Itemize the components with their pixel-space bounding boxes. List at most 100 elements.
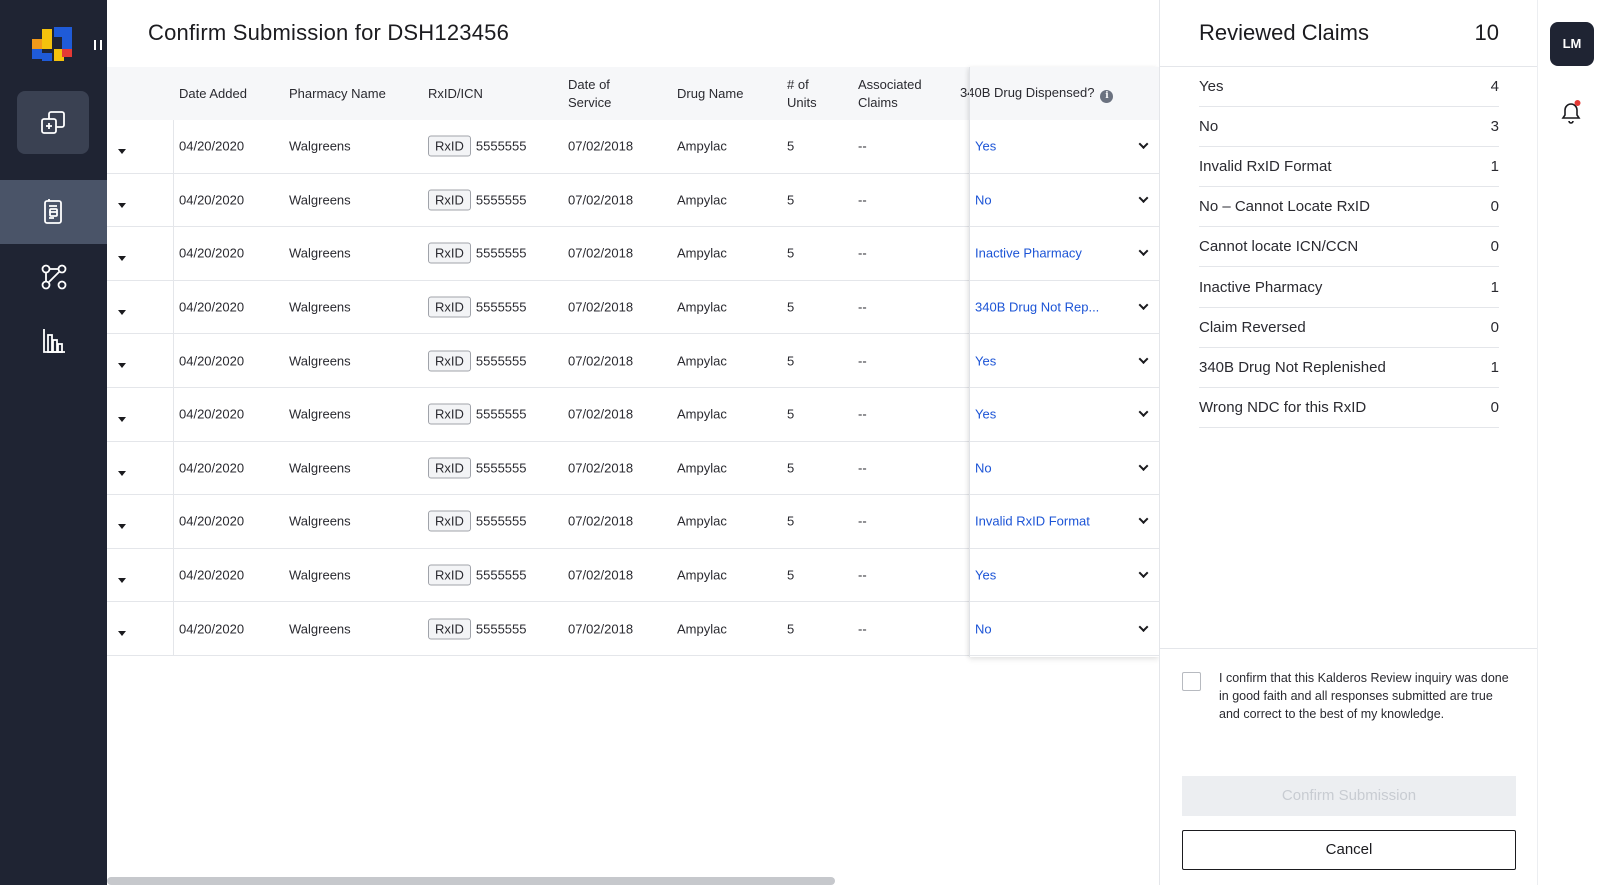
rxid-cell: RxID 5555555 [428, 457, 527, 479]
nav-item-documents[interactable] [0, 180, 107, 244]
confirm-submission-button[interactable]: Confirm Submission [1182, 776, 1516, 816]
summary-row: Inactive Pharmacy 1 [1199, 267, 1499, 308]
chevron-down-icon [1138, 621, 1149, 632]
expand-row-icon[interactable] [118, 256, 126, 262]
horizontal-scrollbar[interactable] [107, 877, 835, 885]
col-associated-claims[interactable]: Associated Claims [858, 76, 922, 112]
rxid-cell: RxID 5555555 [428, 618, 527, 640]
date-of-service-cell: 07/02/2018 [568, 138, 634, 154]
date-added-cell: 04/20/2020 [179, 567, 245, 583]
date-of-service-cell: 07/02/2018 [568, 406, 634, 422]
drug-name-cell: Ampylac [677, 353, 727, 369]
pharmacy-cell: Walgreens [289, 192, 351, 208]
col-units-line2: Units [787, 94, 817, 110]
rx-number: 5555555 [475, 513, 527, 529]
bell-icon[interactable] [1559, 99, 1583, 125]
date-added-cell: 04/20/2020 [179, 621, 245, 637]
summary-list: Yes 4 No 3 Invalid RxID Format 1 No – Cannot L… [1199, 67, 1499, 428]
table-body: 04/20/2020 Walgreens RxID 5555555 07/02/2018… [107, 120, 1159, 656]
col-drug-name[interactable]: Drug Name [677, 85, 743, 103]
expand-row-icon[interactable] [118, 309, 126, 315]
table-row[interactable]: 04/20/2020 Walgreens RxID 5555555 07/02/2018… [107, 602, 1159, 656]
response-value: Invalid RxID Format [975, 513, 1090, 529]
associated-claims-cell: -- [858, 513, 867, 529]
summary-row: No 3 [1199, 107, 1499, 148]
expand-row-icon[interactable] [118, 202, 126, 208]
nav-item-network[interactable] [0, 245, 107, 309]
expand-row-icon[interactable] [118, 470, 126, 476]
response-dropdown[interactable]: 340B Drug Not Rep... [975, 300, 1153, 315]
table-row[interactable]: 04/20/2020 Walgreens RxID 5555555 07/02/2018… [107, 442, 1159, 496]
table-row[interactable]: 04/20/2020 Walgreens RxID 5555555 07/02/2018… [107, 227, 1159, 281]
units-cell: 5 [787, 513, 795, 529]
response-dropdown[interactable]: No [975, 460, 1153, 475]
col-pharmacy[interactable]: Pharmacy Name [289, 85, 386, 103]
date-added-cell: 04/20/2020 [179, 138, 245, 154]
expand-row-icon[interactable] [118, 416, 126, 422]
col-rxid[interactable]: RxID/ICN [428, 85, 483, 103]
drug-name-cell: Ampylac [677, 513, 727, 529]
units-cell: 5 [787, 567, 795, 583]
kalderos-logo[interactable] [32, 27, 76, 65]
date-of-service-cell: 07/02/2018 [568, 460, 634, 476]
rxid-tag: RxID [428, 510, 471, 532]
summary-row: Cannot locate ICN/CCN 0 [1199, 227, 1499, 268]
date-of-service-cell: 07/02/2018 [568, 621, 634, 637]
table-row[interactable]: 04/20/2020 Walgreens RxID 5555555 07/02/2018… [107, 334, 1159, 388]
expand-row-icon[interactable] [118, 577, 126, 583]
response-dropdown[interactable]: No [975, 621, 1153, 636]
col-date-of-service-line1: Date of [568, 76, 610, 92]
table-row[interactable]: 04/20/2020 Walgreens RxID 5555555 07/02/2018… [107, 549, 1159, 603]
response-dropdown[interactable]: Yes [975, 407, 1153, 422]
response-dropdown[interactable]: Invalid RxID Format [975, 514, 1153, 529]
summary-count: 1 [1490, 358, 1499, 376]
cancel-button[interactable]: Cancel [1182, 830, 1516, 870]
response-dropdown[interactable]: Yes [975, 139, 1153, 154]
rxid-cell: RxID 5555555 [428, 189, 527, 211]
table-row[interactable]: 04/20/2020 Walgreens RxID 5555555 07/02/2018… [107, 495, 1159, 549]
units-cell: 5 [787, 353, 795, 369]
chevron-down-icon [1138, 300, 1149, 311]
col-date-of-service-line2: Service [568, 94, 612, 110]
table-row[interactable]: 04/20/2020 Walgreens RxID 5555555 07/02/2018… [107, 120, 1159, 174]
nav-item-reports[interactable] [0, 309, 107, 373]
date-added-cell: 04/20/2020 [179, 192, 245, 208]
avatar[interactable]: LM [1550, 22, 1594, 66]
pharmacy-cell: Walgreens [289, 567, 351, 583]
date-added-cell: 04/20/2020 [179, 245, 245, 261]
response-dropdown[interactable]: Yes [975, 568, 1153, 583]
summary-label: Claim Reversed [1199, 318, 1306, 336]
expand-row-icon[interactable] [118, 631, 126, 637]
rx-number: 5555555 [475, 406, 527, 422]
table-row[interactable]: 04/20/2020 Walgreens RxID 5555555 07/02/2018… [107, 174, 1159, 228]
expand-row-icon[interactable] [118, 363, 126, 369]
col-340b-dispensed[interactable]: 340B Drug Dispensed? i [960, 84, 1114, 103]
response-dropdown[interactable]: Inactive Pharmacy [975, 246, 1153, 261]
date-added-cell: 04/20/2020 [179, 460, 245, 476]
expand-row-icon[interactable] [118, 524, 126, 530]
rx-number: 5555555 [475, 245, 527, 261]
summary-row: Claim Reversed 0 [1199, 308, 1499, 348]
response-value: 340B Drug Not Rep... [975, 299, 1100, 315]
confirm-checkbox[interactable] [1182, 672, 1201, 691]
summary-count: 0 [1490, 198, 1499, 216]
summary-label: Inactive Pharmacy [1199, 278, 1323, 296]
units-cell: 5 [787, 460, 795, 476]
claims-table: Date Added Pharmacy Name RxID/ICN Date o… [107, 67, 1159, 656]
table-row[interactable]: 04/20/2020 Walgreens RxID 5555555 07/02/2018… [107, 281, 1159, 335]
col-date-of-service[interactable]: Date of Service [568, 76, 611, 112]
col-units[interactable]: # of Units [787, 76, 817, 112]
nav-item-copy[interactable] [17, 91, 89, 154]
table-row[interactable]: 04/20/2020 Walgreens RxID 5555555 07/02/2018… [107, 388, 1159, 442]
response-value: Yes [975, 353, 997, 369]
col-date-added[interactable]: Date Added [179, 85, 247, 103]
response-dropdown[interactable]: No [975, 192, 1153, 207]
summary-count: 1 [1490, 278, 1499, 296]
info-icon[interactable]: i [1100, 90, 1114, 103]
units-cell: 5 [787, 406, 795, 422]
response-dropdown[interactable]: Yes [975, 353, 1153, 368]
summary-row: Yes 4 [1199, 67, 1499, 108]
summary-count: 0 [1490, 398, 1499, 416]
pharmacy-cell: Walgreens [289, 406, 351, 422]
expand-row-icon[interactable] [118, 149, 126, 154]
